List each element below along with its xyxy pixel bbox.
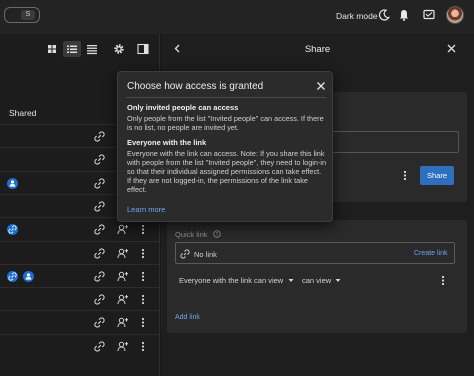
- dark-mode-label[interactable]: Dark mode: [336, 11, 378, 21]
- link-icon[interactable]: [94, 294, 105, 305]
- share-panel-title: Share: [304, 44, 331, 55]
- more-options-icon[interactable]: [439, 275, 447, 286]
- add-user-icon[interactable]: [117, 224, 128, 235]
- more-options-icon[interactable]: [139, 224, 147, 235]
- close-icon[interactable]: [447, 44, 456, 53]
- link-icon[interactable]: [94, 317, 105, 328]
- access-select[interactable]: Everyone with the link can view: [179, 276, 283, 285]
- divider: [126, 97, 326, 98]
- add-user-icon[interactable]: [117, 341, 128, 352]
- link-icon[interactable]: [94, 131, 105, 142]
- moon-icon[interactable]: [378, 9, 390, 21]
- gear-icon[interactable]: [113, 43, 125, 55]
- table-row[interactable]: [0, 333, 160, 357]
- table-row[interactable]: [0, 310, 160, 333]
- shared-column-header[interactable]: Shared: [9, 108, 36, 118]
- permission-select[interactable]: can view: [302, 276, 331, 285]
- no-link-text: No link: [194, 250, 217, 259]
- add-user-icon[interactable]: [117, 294, 128, 305]
- svg-text:?: ?: [216, 232, 219, 238]
- chevron-down-icon[interactable]: [335, 278, 341, 283]
- shortcut-key: S: [21, 10, 35, 20]
- more-options-icon[interactable]: [139, 317, 147, 328]
- add-user-icon[interactable]: [117, 317, 128, 328]
- grid-icon: [48, 45, 56, 53]
- more-options-icon[interactable]: [139, 341, 147, 352]
- section-text-everyone: Everyone with the link can access. Note:…: [127, 149, 327, 194]
- details-list-icon: [87, 45, 97, 55]
- detail-view-button[interactable]: [83, 41, 101, 57]
- table-row[interactable]: [0, 287, 160, 310]
- top-bar: S Dark mode: [0, 0, 474, 34]
- link-icon[interactable]: [94, 201, 105, 212]
- access-help-popover: Choose how access is granted Only invite…: [117, 71, 333, 222]
- quick-link-label: Quick link: [175, 230, 208, 239]
- more-options-icon[interactable]: [139, 248, 147, 259]
- link-icon[interactable]: [94, 154, 105, 165]
- list-icon: [67, 45, 77, 53]
- link-icon[interactable]: [94, 271, 105, 282]
- sidebar-toggle-icon[interactable]: [137, 43, 149, 55]
- section-text-invited: Only people from the list "Invited peopl…: [127, 114, 324, 132]
- more-options-icon[interactable]: [139, 294, 147, 305]
- link-share-badge: [7, 270, 18, 282]
- link-icon[interactable]: [94, 341, 105, 352]
- share-button[interactable]: Share: [420, 166, 454, 185]
- invite-input[interactable]: [317, 131, 459, 153]
- user-share-badge: [7, 177, 18, 189]
- table-row[interactable]: [0, 263, 160, 287]
- keyboard-shortcut-badge[interactable]: S: [4, 7, 40, 23]
- link-icon[interactable]: [94, 247, 105, 259]
- link-icon[interactable]: [94, 224, 105, 235]
- bell-icon[interactable]: [398, 9, 410, 21]
- grid-view-button[interactable]: [43, 41, 61, 57]
- section-heading-invited: Only invited people can access: [127, 103, 239, 112]
- add-user-icon[interactable]: [117, 248, 128, 259]
- user-share-badge: [23, 270, 34, 282]
- section-heading-everyone: Everyone with the link: [127, 138, 207, 147]
- link-icon: [180, 249, 190, 259]
- more-options-icon[interactable]: [401, 170, 409, 181]
- learn-more-link[interactable]: Learn more: [127, 205, 165, 214]
- add-link-button[interactable]: Add link: [175, 314, 200, 321]
- quick-link-field[interactable]: [175, 242, 455, 264]
- chevron-down-icon[interactable]: [288, 278, 294, 283]
- chat-icon[interactable]: [423, 9, 435, 21]
- table-row[interactable]: [0, 240, 160, 264]
- help-icon[interactable]: ?: [213, 230, 221, 238]
- link-icon[interactable]: [94, 178, 105, 189]
- list-view-button[interactable]: [63, 41, 81, 57]
- more-options-icon[interactable]: [139, 271, 147, 282]
- close-icon[interactable]: [316, 81, 326, 91]
- avatar[interactable]: [446, 6, 464, 24]
- add-user-icon[interactable]: [117, 271, 128, 282]
- popover-title: Choose how access is granted: [127, 81, 264, 92]
- link-share-badge: [7, 224, 18, 236]
- create-link-button[interactable]: Create link: [414, 250, 447, 257]
